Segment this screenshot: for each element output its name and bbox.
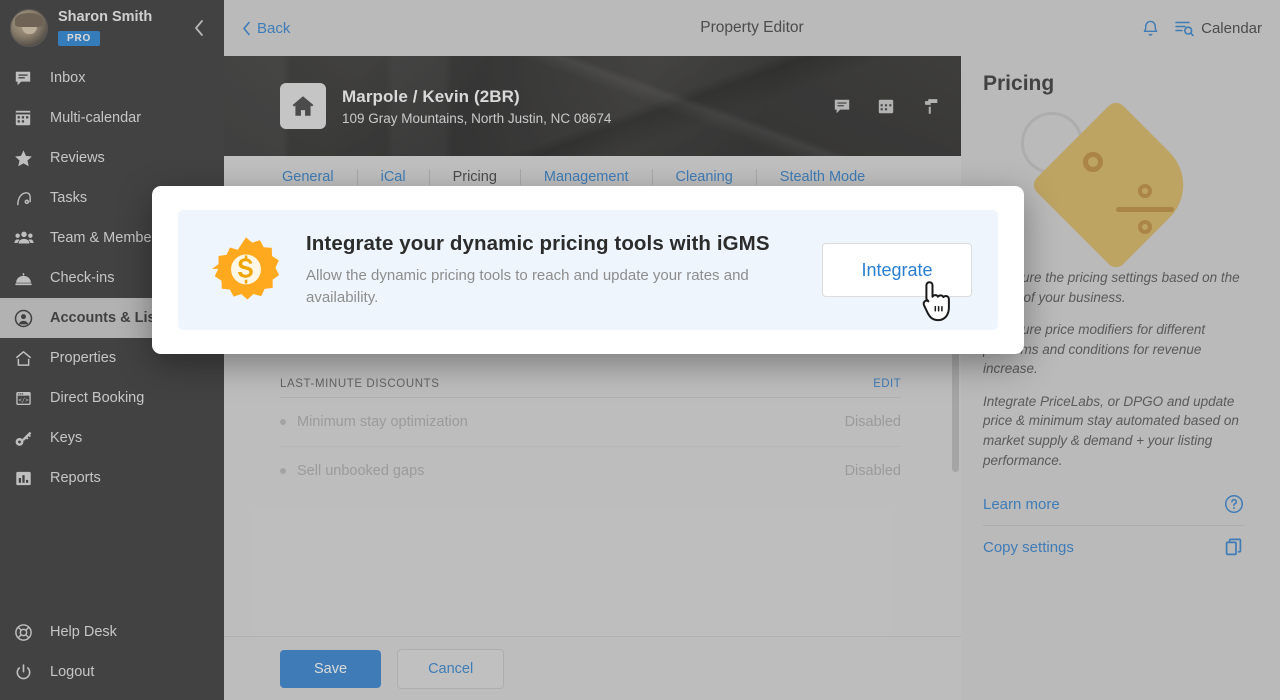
app-root: Sharon Smith PRO Inbox Multi-calendar Re… (0, 0, 1280, 700)
modal-inner: Integrate your dynamic pricing tools wit… (178, 210, 998, 330)
modal-heading: Integrate your dynamic pricing tools wit… (306, 231, 770, 255)
modal-text: Integrate your dynamic pricing tools wit… (306, 232, 804, 309)
modal-body: Allow the dynamic pricing tools to reach… (306, 266, 749, 306)
integrate-button[interactable]: Integrate (822, 243, 972, 297)
integration-modal: Integrate your dynamic pricing tools wit… (152, 186, 1024, 354)
gear-dollar-icon (208, 232, 284, 308)
